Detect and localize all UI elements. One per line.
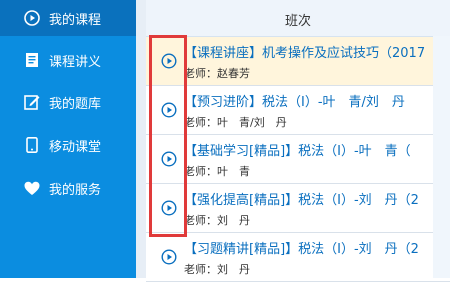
course-table: 班次 【课程讲座】机考操作及应试技巧（2017 老师：赵春芳 【预习进阶】税法（… (146, 0, 450, 282)
sidebar-item-label: 我的题库 (49, 96, 102, 112)
sidebar-item-label: 我的课程 (49, 12, 102, 28)
sidebar: 我的课程 课程讲义 我的题库 移动课堂 我的服务 (0, 0, 136, 278)
sidebar-item-my-courses[interactable]: 我的课程 (0, 0, 136, 36)
table-row[interactable]: 【强化提高[精品]】税法（Ⅰ）-刘 丹（2 老师：刘 丹 (146, 184, 450, 233)
sidebar-item-my-services[interactable]: 我的服务 (0, 170, 136, 206)
table-header: 班次 (146, 0, 450, 37)
course-title-link[interactable]: 【习题精讲[精品]】税法（Ⅰ）-刘 丹（2 (184, 238, 419, 257)
column-header-class: 班次 (284, 14, 311, 29)
sidebar-item-mobile-classroom[interactable]: 移动课堂 (0, 127, 136, 163)
document-icon (24, 52, 40, 68)
mobile-icon (24, 137, 40, 153)
table-row[interactable]: 【预习进阶】税法（Ⅰ）-叶 青/刘 丹 老师：叶 青/刘 丹 (146, 86, 450, 135)
sidebar-item-my-question-bank[interactable]: 我的题库 (0, 84, 136, 120)
course-title-link[interactable]: 【强化提高[精品]】税法（Ⅰ）-刘 丹（2 (184, 189, 419, 208)
course-title-link[interactable]: 【预习进阶】税法（Ⅰ）-叶 青/刘 丹 (184, 91, 405, 110)
course-teacher: 老师：刘 丹 (184, 214, 250, 227)
heart-icon (24, 180, 40, 196)
course-teacher: 老师：叶 青 (184, 165, 250, 178)
course-teacher: 老师：刘 丹 (184, 263, 250, 276)
sidebar-divider (136, 0, 146, 278)
course-title-link[interactable]: 【课程讲座】机考操作及应试技巧（2017 (184, 42, 425, 61)
sidebar-item-label: 课程讲义 (49, 54, 102, 70)
sidebar-item-label: 我的服务 (49, 182, 102, 198)
course-teacher: 老师：叶 青/刘 丹 (184, 116, 287, 129)
table-row[interactable]: 【习题精讲[精品]】税法（Ⅰ）-刘 丹（2 老师：刘 丹 (146, 233, 450, 282)
table-row[interactable]: 【课程讲座】机考操作及应试技巧（2017 老师：赵春芳 (146, 37, 450, 86)
sidebar-item-label: 移动课堂 (49, 139, 102, 155)
scrollbar[interactable] (433, 36, 450, 278)
play-icon[interactable] (161, 249, 177, 265)
annotation-highlight-box (149, 35, 187, 237)
play-circle-icon (24, 10, 40, 26)
course-title-link[interactable]: 【基础学习[精品]】税法（Ⅰ）-叶 青（ (184, 140, 411, 159)
table-row[interactable]: 【基础学习[精品]】税法（Ⅰ）-叶 青（ 老师：叶 青 (146, 135, 450, 184)
edit-icon (24, 94, 40, 110)
course-teacher: 老师：赵春芳 (184, 67, 250, 80)
sidebar-item-course-notes[interactable]: 课程讲义 (0, 42, 136, 78)
